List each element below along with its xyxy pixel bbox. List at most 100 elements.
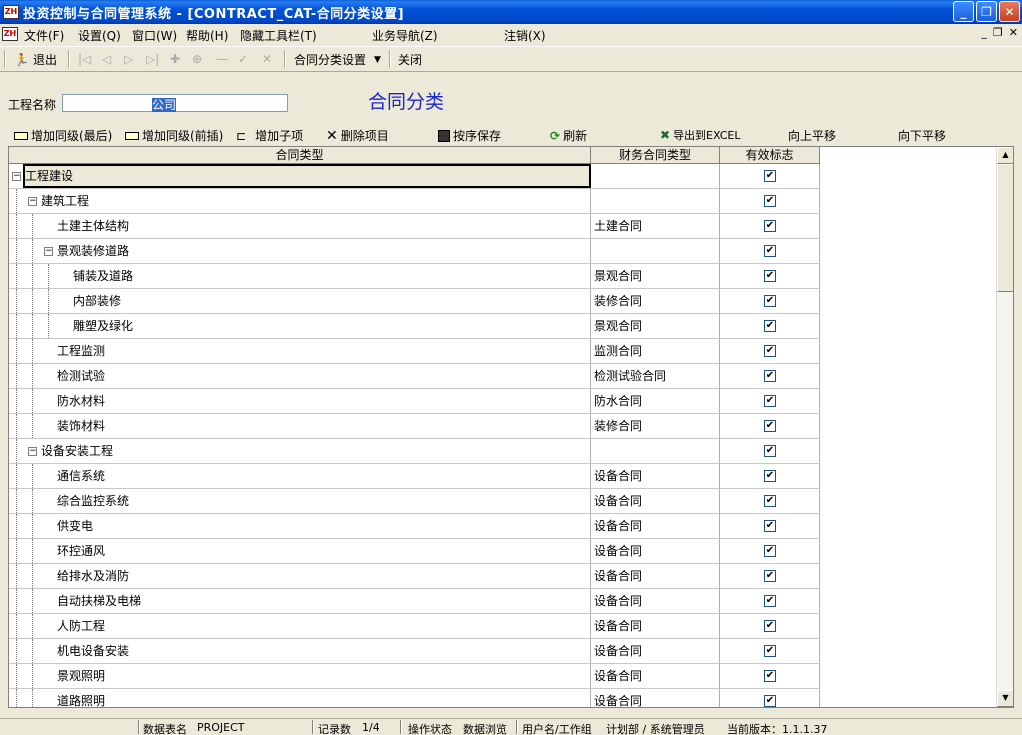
cell-finance-type[interactable] — [591, 239, 720, 264]
move-up-button[interactable]: 向上平移 — [788, 127, 836, 144]
cell-finance-type[interactable]: 设备合同 — [591, 539, 720, 564]
valid-checkbox[interactable]: ✔ — [764, 695, 776, 707]
valid-checkbox[interactable]: ✔ — [764, 420, 776, 432]
cell-contract-type[interactable]: − 建筑工程 — [9, 189, 591, 214]
column-contract-type[interactable]: 合同类型 — [9, 147, 591, 164]
cell-contract-type[interactable]: 土建主体结构 — [9, 214, 591, 239]
table-row[interactable]: 给排水及消防 设备合同 ✔ — [9, 564, 821, 589]
menu-settings[interactable]: 设置(Q) — [78, 27, 121, 44]
cell-finance-type[interactable]: 设备合同 — [591, 614, 720, 639]
cell-contract-type[interactable]: 道路照明 — [9, 689, 591, 707]
cell-contract-type[interactable]: 机电设备安装 — [9, 639, 591, 664]
last-record-icon[interactable]: ▷| — [146, 52, 159, 66]
cell-contract-type[interactable]: − 设备安装工程 — [9, 439, 591, 464]
cell-contract-type[interactable]: 铺装及道路 — [9, 264, 591, 289]
table-row[interactable]: 土建主体结构 土建合同 ✔ — [9, 214, 821, 239]
column-finance-type[interactable]: 财务合同类型 — [591, 147, 720, 164]
menu-hide-toolbar[interactable]: 隐藏工具栏(T) — [240, 27, 317, 44]
cell-finance-type[interactable]: 景观合同 — [591, 314, 720, 339]
save-order-button[interactable]: 按序保存 — [438, 127, 501, 144]
valid-checkbox[interactable]: ✔ — [764, 570, 776, 582]
valid-checkbox[interactable]: ✔ — [764, 245, 776, 257]
table-row[interactable]: − 工程建设 ✔ — [9, 164, 821, 189]
valid-checkbox[interactable]: ✔ — [764, 445, 776, 457]
cell-finance-type[interactable]: 设备合同 — [591, 589, 720, 614]
valid-checkbox[interactable]: ✔ — [764, 220, 776, 232]
menu-help[interactable]: 帮助(H) — [186, 27, 228, 44]
exit-button[interactable]: 🏃 退出 — [14, 51, 57, 68]
valid-checkbox[interactable]: ✔ — [764, 270, 776, 282]
delete-item-button[interactable]: ✕ 删除项目 — [326, 127, 389, 144]
table-row[interactable]: 人防工程 设备合同 ✔ — [9, 614, 821, 639]
table-row[interactable]: 装饰材料 装修合同 ✔ — [9, 414, 821, 439]
cell-finance-type[interactable]: 检测试验合同 — [591, 364, 720, 389]
valid-checkbox[interactable]: ✔ — [764, 320, 776, 332]
cell-finance-type[interactable]: 土建合同 — [591, 214, 720, 239]
collapse-toggle-icon[interactable]: − — [28, 447, 37, 456]
cell-finance-type[interactable] — [591, 164, 720, 189]
cancel-record-icon[interactable]: ✕ — [262, 52, 272, 66]
valid-checkbox[interactable]: ✔ — [764, 195, 776, 207]
menu-window[interactable]: 窗口(W) — [132, 27, 177, 44]
cell-contract-type[interactable]: 自动扶梯及电梯 — [9, 589, 591, 614]
vertical-scrollbar[interactable]: ▲ ▼ — [996, 147, 1013, 707]
table-row[interactable]: 内部装修 装修合同 ✔ — [9, 289, 821, 314]
cell-contract-type[interactable]: 检测试验 — [9, 364, 591, 389]
add-sibling-last-button[interactable]: 增加同级(最后) — [14, 127, 112, 144]
menu-navigation[interactable]: 业务导航(Z) — [372, 27, 438, 44]
table-row[interactable]: 自动扶梯及电梯 设备合同 ✔ — [9, 589, 821, 614]
cell-contract-type[interactable]: − 景观装修道路 — [9, 239, 591, 264]
cell-finance-type[interactable]: 设备合同 — [591, 689, 720, 707]
insert-record-icon[interactable]: ✚ — [170, 52, 180, 66]
cell-finance-type[interactable]: 装修合同 — [591, 414, 720, 439]
collapse-toggle-icon[interactable]: − — [12, 172, 21, 181]
table-row[interactable]: 工程监测 监测合同 ✔ — [9, 339, 821, 364]
cell-contract-type[interactable]: 给排水及消防 — [9, 564, 591, 589]
refresh-button[interactable]: ⟳ 刷新 — [550, 127, 587, 144]
cell-contract-type[interactable]: 环控通风 — [9, 539, 591, 564]
cell-contract-type[interactable]: 供变电 — [9, 514, 591, 539]
table-row[interactable]: 景观照明 设备合同 ✔ — [9, 664, 821, 689]
prev-record-icon[interactable]: ◁ — [102, 52, 111, 66]
table-row[interactable]: 通信系统 设备合同 ✔ — [9, 464, 821, 489]
cell-finance-type[interactable]: 装修合同 — [591, 289, 720, 314]
scroll-thumb[interactable] — [997, 164, 1013, 292]
cell-contract-type[interactable]: 雕塑及绿化 — [9, 314, 591, 339]
table-row[interactable]: 防水材料 防水合同 ✔ — [9, 389, 821, 414]
valid-checkbox[interactable]: ✔ — [764, 345, 776, 357]
category-dropdown[interactable]: 合同分类设置 ▼ — [294, 51, 381, 68]
add-record-icon[interactable]: ⊕ — [192, 52, 202, 66]
table-row[interactable]: 综合监控系统 设备合同 ✔ — [9, 489, 821, 514]
table-row[interactable]: 环控通风 设备合同 ✔ — [9, 539, 821, 564]
add-child-button[interactable]: ⊏ 增加子项 — [236, 127, 303, 144]
close-window-button[interactable]: ✕ — [999, 1, 1020, 22]
cell-finance-type[interactable]: 景观合同 — [591, 264, 720, 289]
next-record-icon[interactable]: ▷ — [124, 52, 133, 66]
cell-contract-type[interactable]: 人防工程 — [9, 614, 591, 639]
table-row[interactable]: − 设备安装工程 ✔ — [9, 439, 821, 464]
scroll-up-button[interactable]: ▲ — [997, 147, 1013, 164]
minimize-button[interactable]: _ — [953, 1, 974, 22]
valid-checkbox[interactable]: ✔ — [764, 395, 776, 407]
cell-contract-type[interactable]: 通信系统 — [9, 464, 591, 489]
first-record-icon[interactable]: |◁ — [78, 52, 91, 66]
cell-finance-type[interactable]: 设备合同 — [591, 489, 720, 514]
add-sibling-before-button[interactable]: 增加同级(前插) — [125, 127, 223, 144]
cell-finance-type[interactable]: 防水合同 — [591, 389, 720, 414]
move-down-button[interactable]: 向下平移 — [898, 127, 946, 144]
cell-contract-type[interactable]: 装饰材料 — [9, 414, 591, 439]
valid-checkbox[interactable]: ✔ — [764, 670, 776, 682]
project-name-input[interactable]: 公司 — [62, 94, 288, 112]
valid-checkbox[interactable]: ✔ — [764, 170, 776, 182]
mdi-close-icon[interactable]: ✕ — [1009, 26, 1018, 39]
table-row[interactable]: 道路照明 设备合同 ✔ — [9, 689, 821, 707]
cell-contract-type[interactable]: 工程监测 — [9, 339, 591, 364]
table-row[interactable]: − 景观装修道路 ✔ — [9, 239, 821, 264]
menu-file[interactable]: 文件(F) — [24, 27, 64, 44]
restore-button[interactable]: ❐ — [976, 1, 997, 22]
cell-finance-type[interactable]: 设备合同 — [591, 564, 720, 589]
cell-finance-type[interactable]: 设备合同 — [591, 664, 720, 689]
document-icon[interactable]: ZH — [2, 27, 18, 41]
cell-finance-type[interactable] — [591, 439, 720, 464]
table-row[interactable]: 铺装及道路 景观合同 ✔ — [9, 264, 821, 289]
